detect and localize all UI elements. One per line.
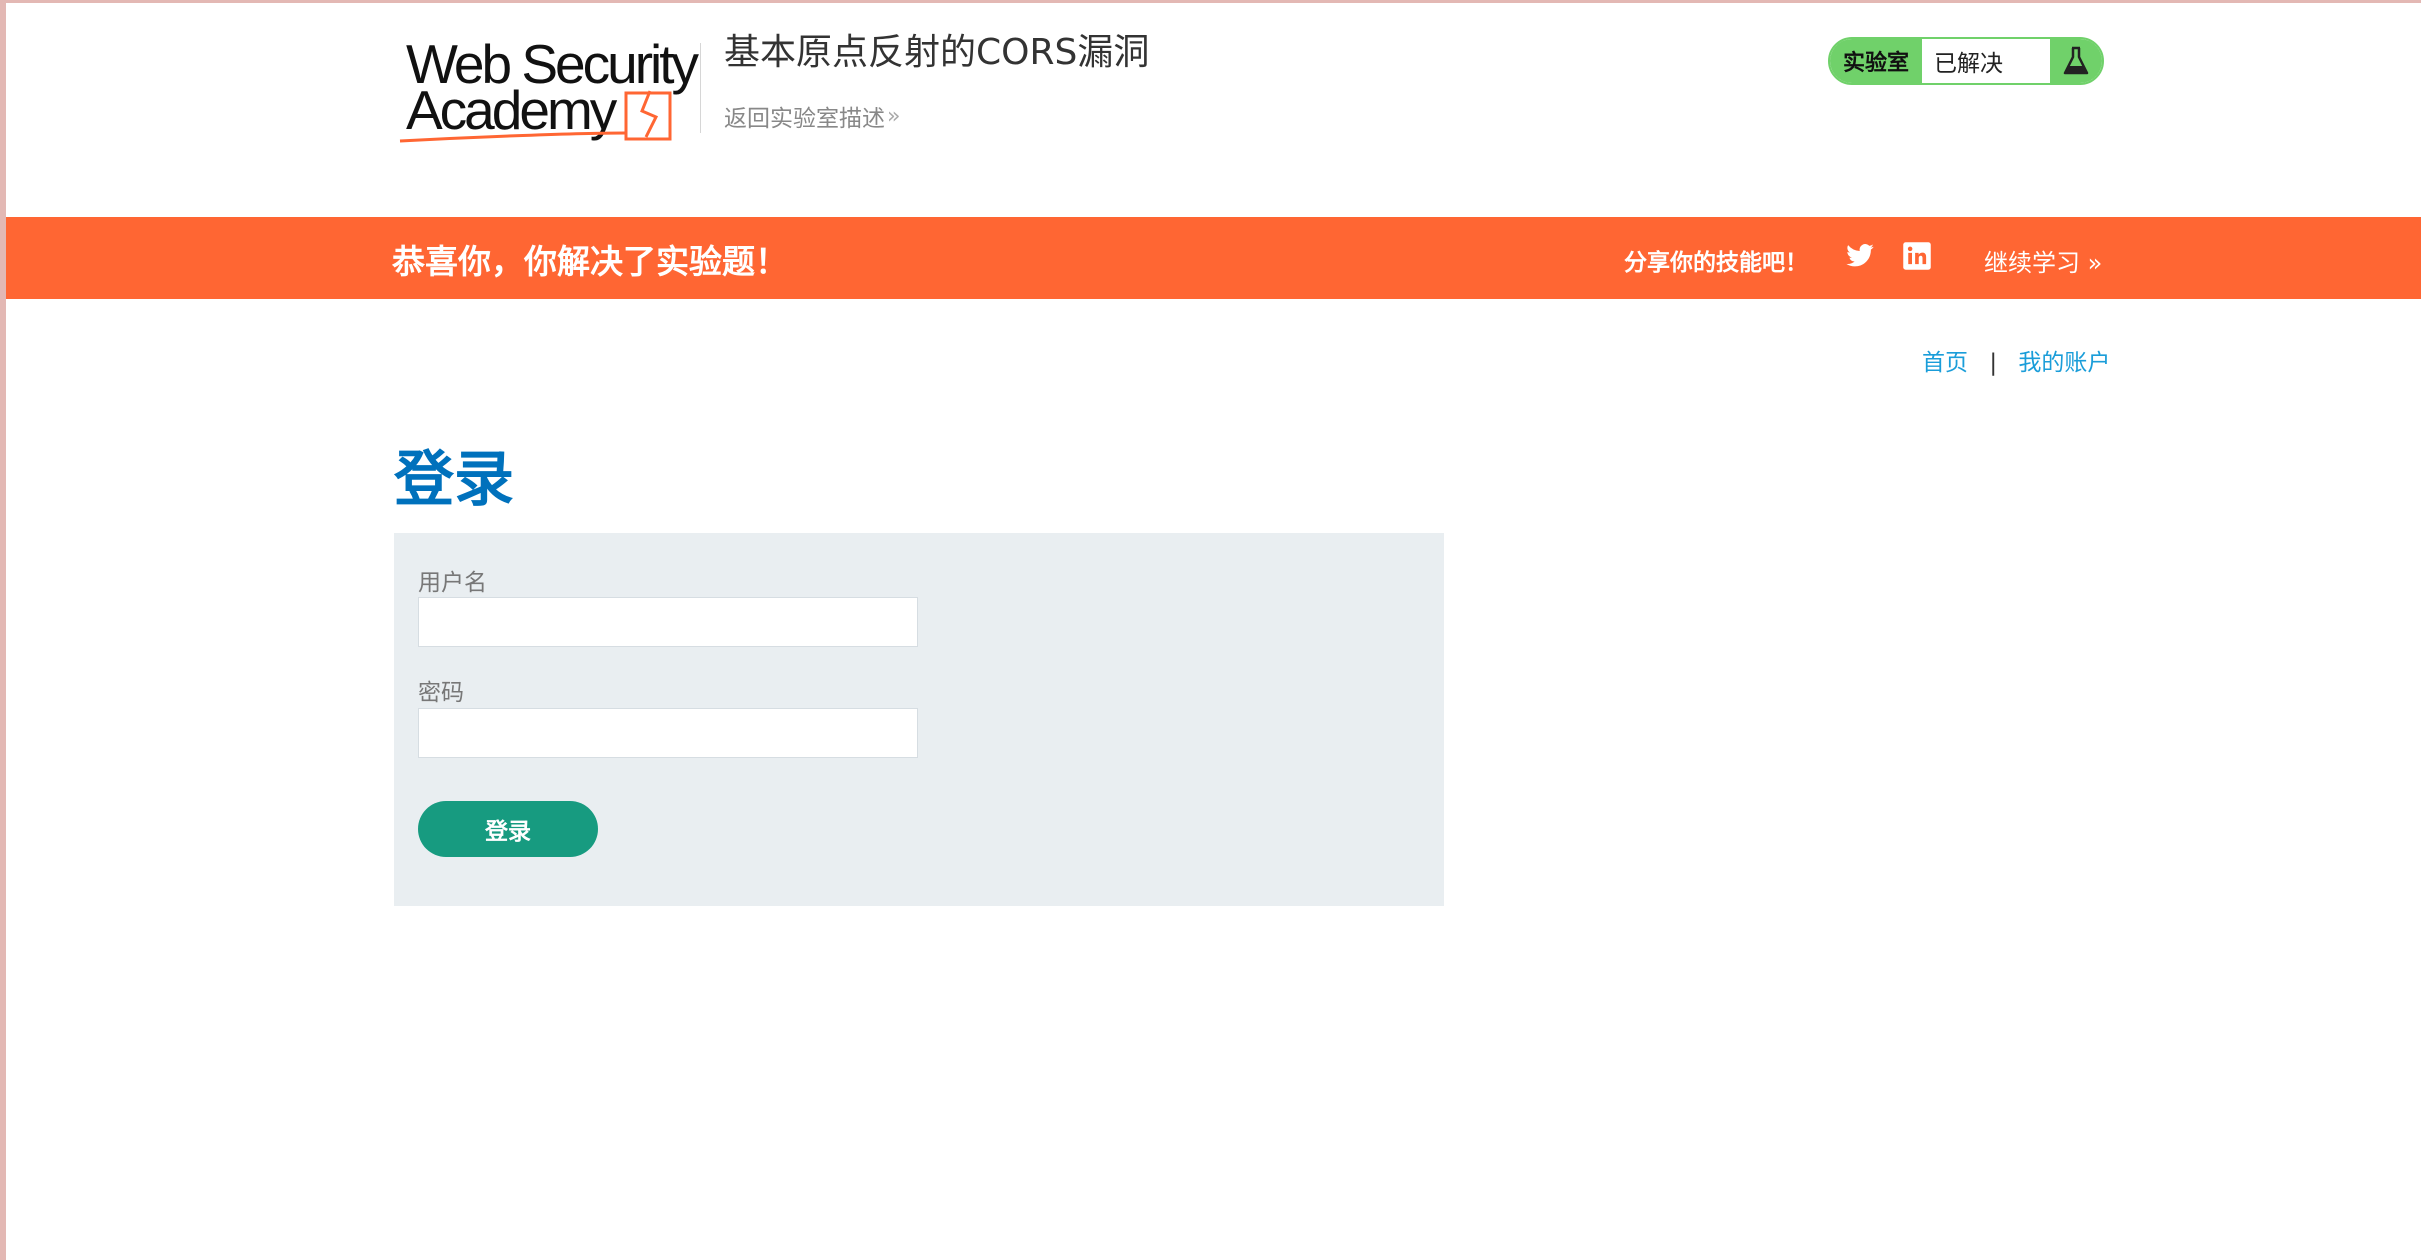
banner-message: 恭喜你，你解决了实验题！	[392, 242, 788, 281]
nav-separator: |	[1989, 350, 1998, 376]
chevron-right-icon: »	[887, 103, 901, 129]
login-form: 用户名 密码 登录	[394, 533, 1444, 906]
password-input[interactable]	[418, 708, 918, 758]
lab-title: 基本原点反射的CORS漏洞	[724, 32, 1150, 73]
lab-status-label: 实验室	[1830, 39, 1922, 83]
flask-icon	[2050, 39, 2102, 83]
lab-status-value: 已解决	[1934, 51, 2003, 77]
page-title: 登录	[394, 445, 514, 515]
logo-mark-icon	[399, 90, 672, 143]
my-account-link[interactable]: 我的账户	[2018, 350, 2110, 376]
continue-learning-link[interactable]: 继续学习 »	[1984, 243, 2102, 278]
solved-banner: 恭喜你，你解决了实验题！ 分享你的技能吧！ 继续学习 »	[6, 217, 2421, 299]
lab-status-widget: 实验室 已解决	[1828, 37, 2104, 85]
login-button[interactable]: 登录	[418, 801, 598, 857]
username-label: 用户名	[418, 570, 487, 596]
back-link-label: 返回实验室描述	[724, 106, 885, 132]
account-nav: 首页 | 我的账户	[1922, 343, 2110, 377]
twitter-icon[interactable]	[1844, 241, 1876, 275]
page: Web Security Academy 基本原点反射的CORS漏洞 返回实验室…	[6, 3, 2421, 1260]
linkedin-icon[interactable]	[1902, 241, 1932, 275]
password-label: 密码	[418, 680, 464, 706]
continue-learning-label: 继续学习	[1984, 249, 2080, 277]
home-link[interactable]: 首页	[1922, 350, 1968, 376]
share-label: 分享你的技能吧！	[1624, 250, 1808, 276]
header-divider	[700, 43, 701, 133]
back-to-lab-description-link[interactable]: 返回实验室描述 »	[724, 99, 900, 133]
web-security-academy-logo[interactable]: Web Security Academy	[396, 33, 710, 148]
username-input[interactable]	[418, 597, 918, 647]
chevron-right-icon: »	[2087, 249, 2103, 277]
